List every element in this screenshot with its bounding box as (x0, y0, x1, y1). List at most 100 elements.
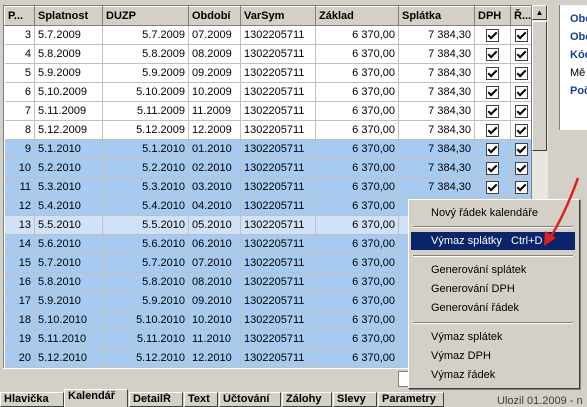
cell-splatka[interactable]: 7 384,30 (398, 25, 475, 45)
cell-p[interactable]: 12 (4, 196, 35, 216)
cell-obdobi[interactable]: 06.2010 (188, 234, 241, 254)
cell-p[interactable]: 8 (4, 120, 35, 140)
cell-p[interactable]: 13 (4, 215, 35, 235)
cell-p[interactable]: 16 (4, 272, 35, 292)
cell-zaklad[interactable]: 6 370,00 (315, 329, 399, 349)
col-header-p[interactable]: P... (4, 6, 35, 26)
cell-splatnost[interactable]: 5.8.2009 (34, 44, 103, 64)
cell-duzp[interactable]: 5.9.2009 (102, 63, 189, 83)
cell-varsym[interactable]: 1302205711 (240, 44, 316, 64)
cell-duzp[interactable]: 5.11.2009 (102, 101, 189, 121)
col-header-dph[interactable]: DPH (474, 6, 511, 26)
menu-item-delete-installments[interactable]: Výmaz splátek (411, 328, 575, 346)
cell-zaklad[interactable]: 6 370,00 (315, 310, 399, 330)
checkbox-dph[interactable] (486, 28, 499, 42)
cell-obdobi[interactable]: 05.2010 (188, 215, 241, 235)
cell-varsym[interactable]: 1302205711 (240, 196, 316, 216)
menu-item-generate-dph[interactable]: Generování DPH (411, 280, 575, 298)
cell-duzp[interactable]: 5.11.2010 (102, 329, 189, 349)
cell-varsym[interactable]: 1302205711 (240, 291, 316, 311)
cell-duzp[interactable]: 5.7.2010 (102, 253, 189, 273)
cell-obdobi[interactable]: 12.2010 (188, 348, 241, 368)
cell-splatnost[interactable]: 5.7.2010 (34, 253, 103, 273)
checkbox-r[interactable] (515, 142, 528, 156)
cell-p[interactable]: 11 (4, 177, 35, 197)
cell-zaklad[interactable]: 6 370,00 (315, 253, 399, 273)
cell-obdobi[interactable]: 02.2010 (188, 158, 241, 178)
cell-zaklad[interactable]: 6 370,00 (315, 101, 399, 121)
scroll-up-icon[interactable]: ▲ (532, 5, 547, 20)
col-header-r[interactable]: Ř... (510, 6, 532, 26)
cell-p[interactable]: 17 (4, 291, 35, 311)
cell-varsym[interactable]: 1302205711 (240, 25, 316, 45)
col-header-obdobi[interactable]: Období (188, 6, 241, 26)
table-row[interactable]: 8 5.12.2009 5.12.2009 12.2009 1302205711 6 37… (4, 120, 532, 140)
cell-zaklad[interactable]: 6 370,00 (315, 63, 399, 83)
cell-zaklad[interactable]: 6 370,00 (315, 196, 399, 216)
cell-varsym[interactable]: 1302205711 (240, 82, 316, 102)
cell-p[interactable]: 6 (4, 82, 35, 102)
tab-hlavicka[interactable]: Hlavička (0, 392, 64, 407)
cell-p[interactable]: 5 (4, 63, 35, 83)
cell-splatnost[interactable]: 5.12.2010 (34, 348, 103, 368)
checkbox-r[interactable] (515, 28, 528, 42)
cell-p[interactable]: 14 (4, 234, 35, 254)
cell-obdobi[interactable]: 09.2009 (188, 63, 241, 83)
tab-detailr[interactable]: DetailŘ (129, 392, 183, 407)
cell-obdobi[interactable]: 11.2009 (188, 101, 241, 121)
checkbox-dph[interactable] (486, 161, 499, 175)
cell-duzp[interactable]: 5.10.2010 (102, 310, 189, 330)
cell-zaklad[interactable]: 6 370,00 (315, 139, 399, 159)
cell-obdobi[interactable]: 03.2010 (188, 177, 241, 197)
cell-p[interactable]: 20 (4, 348, 35, 368)
tab-uctovani[interactable]: Účtování (219, 392, 281, 407)
cell-splatnost[interactable]: 5.9.2009 (34, 63, 103, 83)
cell-varsym[interactable]: 1302205711 (240, 348, 316, 368)
cell-zaklad[interactable]: 6 370,00 (315, 25, 399, 45)
cell-duzp[interactable]: 5.5.2010 (102, 215, 189, 235)
checkbox-r[interactable] (515, 85, 528, 99)
cell-obdobi[interactable]: 07.2010 (188, 253, 241, 273)
cell-splatnost[interactable]: 5.5.2010 (34, 215, 103, 235)
menu-item-generate-rows[interactable]: Generování řádek (411, 299, 575, 317)
checkbox-dph[interactable] (486, 66, 499, 80)
cell-obdobi[interactable]: 08.2010 (188, 272, 241, 292)
cell-splatnost[interactable]: 5.8.2010 (34, 272, 103, 292)
tab-slevy[interactable]: Slevy (333, 392, 377, 407)
cell-duzp[interactable]: 5.9.2010 (102, 291, 189, 311)
cell-varsym[interactable]: 1302205711 (240, 63, 316, 83)
table-row[interactable]: 10 5.2.2010 5.2.2010 02.2010 1302205711 6 370… (4, 158, 532, 178)
cell-splatnost[interactable]: 5.10.2009 (34, 82, 103, 102)
cell-zaklad[interactable]: 6 370,00 (315, 291, 399, 311)
cell-splatka[interactable]: 7 384,30 (398, 177, 475, 197)
checkbox-r[interactable] (515, 123, 528, 137)
tab-zalohy[interactable]: Zálohy (282, 392, 332, 407)
cell-obdobi[interactable]: 09.2010 (188, 291, 241, 311)
cell-zaklad[interactable]: 6 370,00 (315, 215, 399, 235)
cell-varsym[interactable]: 1302205711 (240, 329, 316, 349)
cell-splatka[interactable]: 7 384,30 (398, 82, 475, 102)
table-row[interactable]: 7 5.11.2009 5.11.2009 11.2009 1302205711 6 37… (4, 101, 532, 121)
tab-parametry[interactable]: Parametry (378, 392, 444, 407)
cell-duzp[interactable]: 5.2.2010 (102, 158, 189, 178)
menu-item-delete-dph[interactable]: Výmaz DPH (411, 347, 575, 365)
cell-duzp[interactable]: 5.1.2010 (102, 139, 189, 159)
col-header-duzp[interactable]: DUZP (102, 6, 189, 26)
cell-splatnost[interactable]: 5.6.2010 (34, 234, 103, 254)
cell-varsym[interactable]: 1302205711 (240, 177, 316, 197)
checkbox-r[interactable] (515, 66, 528, 80)
cell-splatnost[interactable]: 5.10.2010 (34, 310, 103, 330)
cell-obdobi[interactable]: 11.2010 (188, 329, 241, 349)
cell-obdobi[interactable]: 12.2009 (188, 120, 241, 140)
checkbox-dph[interactable] (486, 123, 499, 137)
cell-splatka[interactable]: 7 384,30 (398, 120, 475, 140)
cell-splatnost[interactable]: 5.7.2009 (34, 25, 103, 45)
table-row[interactable]: 11 5.3.2010 5.3.2010 03.2010 1302205711 6 370… (4, 177, 532, 197)
cell-p[interactable]: 9 (4, 139, 35, 159)
cell-splatnost[interactable]: 5.1.2010 (34, 139, 103, 159)
cell-duzp[interactable]: 5.12.2009 (102, 120, 189, 140)
cell-zaklad[interactable]: 6 370,00 (315, 82, 399, 102)
col-header-zaklad[interactable]: Základ (315, 6, 399, 26)
cell-varsym[interactable]: 1302205711 (240, 158, 316, 178)
cell-p[interactable]: 15 (4, 253, 35, 273)
